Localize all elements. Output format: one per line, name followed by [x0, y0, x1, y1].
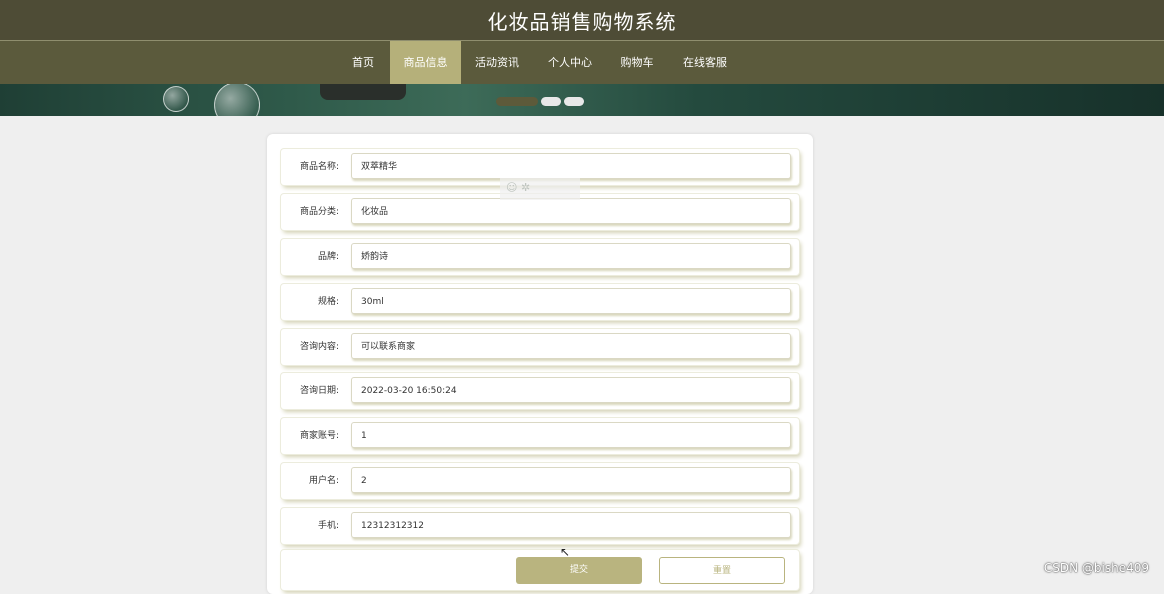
category-field[interactable]: 化妆品 [351, 198, 791, 224]
bubble-decoration [214, 84, 260, 116]
submit-button[interactable]: 提交 [516, 557, 642, 584]
site-header: 化妆品销售购物系统 [0, 0, 1164, 40]
nav-item-cart[interactable]: 购物车 [612, 41, 662, 85]
field-label: 手机: [317, 521, 339, 531]
merchant-account-field[interactable]: 1 [351, 422, 791, 448]
field-label: 咨询内容: [299, 342, 339, 352]
phone-field[interactable]: 12312312312 [351, 512, 791, 538]
main-nav: 首页 商品信息 活动资讯 个人中心 购物车 在线客服 [0, 40, 1164, 85]
nav-item-support[interactable]: 在线客服 [675, 41, 735, 85]
product-bottle-image [320, 84, 406, 100]
form-row-brand: 品牌: 娇韵诗 [281, 239, 799, 275]
field-label: 商家账号: [299, 431, 339, 441]
carousel-dot-1[interactable] [496, 97, 538, 106]
carousel-dot-3[interactable] [564, 97, 584, 106]
product-name-field[interactable]: 双萃精华 [351, 153, 791, 179]
field-label: 用户名: [308, 476, 339, 486]
form-row-inquiry: 咨询内容: 可以联系商家 [281, 329, 799, 365]
form-row-merchant-account: 商家账号: 1 [281, 418, 799, 454]
form-row-username: 用户名: 2 [281, 463, 799, 499]
form-row-phone: 手机: 12312312312 [281, 508, 799, 544]
brand-field[interactable]: 娇韵诗 [351, 243, 791, 269]
loading-overlay: ☺ ✲ [500, 178, 580, 200]
loading-icon: ☺ ✲ [506, 181, 531, 194]
carousel-dot-2[interactable] [541, 97, 561, 106]
site-title: 化妆品销售购物系统 [487, 9, 677, 34]
field-label: 咨询日期: [299, 386, 339, 396]
bubble-decoration [163, 86, 189, 112]
mouse-cursor-icon: ↖ [560, 545, 571, 559]
inquiry-date-field[interactable]: 2022-03-20 16:50:24 [351, 377, 791, 403]
username-field[interactable]: 2 [351, 467, 791, 493]
field-label: 商品名称: [299, 162, 339, 172]
field-label: 品牌: [317, 252, 339, 262]
nav-item-news[interactable]: 活动资讯 [467, 41, 527, 85]
spec-field[interactable]: 30ml [351, 288, 791, 314]
nav-item-home[interactable]: 首页 [340, 41, 386, 85]
field-label: 规格: [317, 297, 339, 307]
nav-item-profile[interactable]: 个人中心 [540, 41, 600, 85]
reset-button[interactable]: 重置 [659, 557, 785, 584]
form-row-inquiry-date: 咨询日期: 2022-03-20 16:50:24 [281, 373, 799, 409]
field-label: 商品分类: [299, 207, 339, 217]
inquiry-field[interactable]: 可以联系商家 [351, 333, 791, 359]
form-row-spec: 规格: 30ml [281, 284, 799, 320]
csdn-watermark: CSDN @bishe409 [1043, 561, 1149, 575]
form-actions: 提交 重置 [281, 550, 799, 590]
nav-item-products[interactable]: 商品信息 [390, 41, 461, 85]
banner-carousel [0, 84, 1164, 116]
